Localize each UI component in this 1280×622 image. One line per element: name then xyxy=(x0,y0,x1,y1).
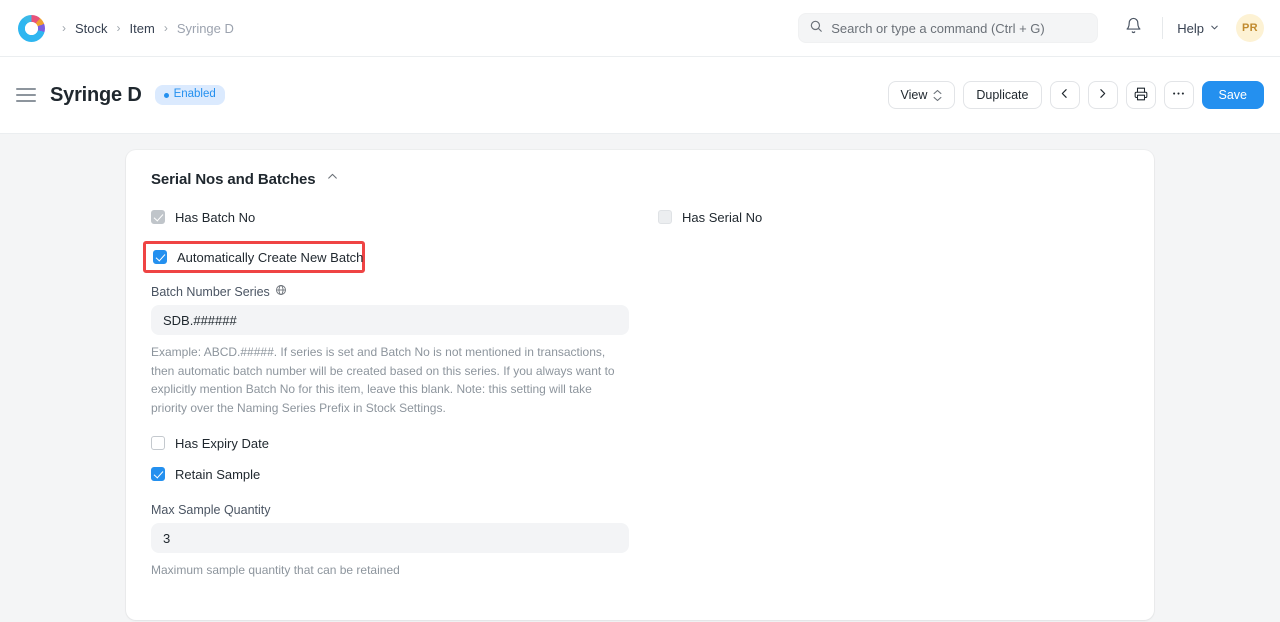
print-button[interactable] xyxy=(1126,81,1156,109)
previous-record-button[interactable] xyxy=(1050,81,1080,109)
breadcrumb-separator: › xyxy=(157,22,175,34)
view-button-label: View xyxy=(901,88,928,102)
search-input[interactable] xyxy=(831,21,1087,36)
page-header: Syringe D Enabled View Duplicate xyxy=(0,57,1280,134)
page-title: Syringe D xyxy=(50,84,142,107)
field-batch-number-series: Batch Number Series Example: ABCD.#####.… xyxy=(151,284,622,417)
hamburger-icon[interactable] xyxy=(16,88,36,101)
field-automatically-create-new-batch[interactable]: Automatically Create New Batch xyxy=(143,241,365,273)
main-content: Serial Nos and Batches Has Batch No Auto… xyxy=(0,134,1280,622)
section-header-serial-nos-and-batches[interactable]: Serial Nos and Batches xyxy=(151,170,1129,188)
next-record-button[interactable] xyxy=(1088,81,1118,109)
chevron-up-icon[interactable] xyxy=(326,170,339,188)
status-dot-icon xyxy=(164,93,169,98)
printer-icon xyxy=(1134,87,1148,104)
notifications-button[interactable] xyxy=(1118,13,1148,43)
search-icon xyxy=(809,19,823,38)
retain-sample-label: Retain Sample xyxy=(175,468,260,481)
breadcrumb-separator: › xyxy=(55,22,73,34)
automatically-create-new-batch-label: Automatically Create New Batch xyxy=(177,251,363,264)
global-search[interactable] xyxy=(798,13,1098,43)
field-has-serial-no[interactable]: Has Serial No xyxy=(658,210,1129,224)
has-batch-no-checkbox[interactable] xyxy=(151,210,165,224)
field-has-batch-no[interactable]: Has Batch No xyxy=(151,210,622,224)
field-has-expiry-date[interactable]: Has Expiry Date xyxy=(151,436,622,450)
help-menu[interactable]: Help xyxy=(1177,21,1220,36)
view-button[interactable]: View xyxy=(888,81,956,109)
spacer xyxy=(151,419,622,436)
frappe-logo-icon[interactable] xyxy=(18,15,45,42)
batch-number-series-input[interactable] xyxy=(151,305,629,335)
section-title: Serial Nos and Batches xyxy=(151,171,316,188)
has-serial-no-checkbox[interactable] xyxy=(658,210,672,224)
section-columns: Has Batch No Automatically Create New Ba… xyxy=(151,210,1129,582)
chevron-left-icon xyxy=(1058,87,1071,103)
save-button[interactable]: Save xyxy=(1202,81,1265,109)
batch-number-series-label-row: Batch Number Series xyxy=(151,284,622,299)
has-serial-no-label: Has Serial No xyxy=(682,211,762,224)
status-badge-label: Enabled xyxy=(174,89,216,101)
max-sample-quantity-label: Max Sample Quantity xyxy=(151,503,271,517)
breadcrumb-item-item[interactable]: Item xyxy=(130,21,155,36)
navbar-right-group: Help PR xyxy=(798,0,1264,56)
breadcrumb: › Stock › Item › Syringe D xyxy=(55,21,234,36)
breadcrumb-item-stock[interactable]: Stock xyxy=(75,21,108,36)
max-sample-quantity-label-row: Max Sample Quantity xyxy=(151,503,622,517)
chevron-up-down-icon xyxy=(933,89,942,102)
status-badge: Enabled xyxy=(155,85,225,105)
avatar[interactable]: PR xyxy=(1236,14,1264,42)
automatically-create-new-batch-checkbox[interactable] xyxy=(153,250,167,264)
duplicate-button[interactable]: Duplicate xyxy=(963,81,1041,109)
has-expiry-date-label: Has Expiry Date xyxy=(175,437,269,450)
globe-icon xyxy=(275,284,287,299)
chevron-down-icon xyxy=(1209,21,1220,36)
more-options-button[interactable] xyxy=(1164,81,1194,109)
batch-number-series-label: Batch Number Series xyxy=(151,285,270,299)
has-expiry-date-checkbox[interactable] xyxy=(151,436,165,450)
bell-icon xyxy=(1125,17,1142,39)
left-column: Has Batch No Automatically Create New Ba… xyxy=(151,210,622,582)
max-sample-quantity-input[interactable] xyxy=(151,523,629,553)
help-label: Help xyxy=(1177,21,1204,36)
top-navbar: › Stock › Item › Syringe D He xyxy=(0,0,1280,57)
batch-number-series-description: Example: ABCD.#####. If series is set an… xyxy=(151,343,622,417)
field-retain-sample[interactable]: Retain Sample xyxy=(151,467,622,481)
breadcrumb-separator: › xyxy=(110,22,128,34)
form-card: Serial Nos and Batches Has Batch No Auto… xyxy=(126,150,1154,620)
page-toolbar: View Duplicate xyxy=(888,81,1265,109)
ellipsis-icon xyxy=(1171,86,1186,104)
max-sample-quantity-description: Maximum sample quantity that can be reta… xyxy=(151,561,622,580)
has-batch-no-label: Has Batch No xyxy=(175,211,255,224)
retain-sample-checkbox[interactable] xyxy=(151,467,165,481)
field-max-sample-quantity: Max Sample Quantity Maximum sample quant… xyxy=(151,503,622,580)
navbar-divider xyxy=(1162,17,1163,39)
right-column: Has Serial No xyxy=(658,210,1129,582)
chevron-right-icon xyxy=(1096,87,1109,103)
breadcrumb-item-current: Syringe D xyxy=(177,21,234,36)
